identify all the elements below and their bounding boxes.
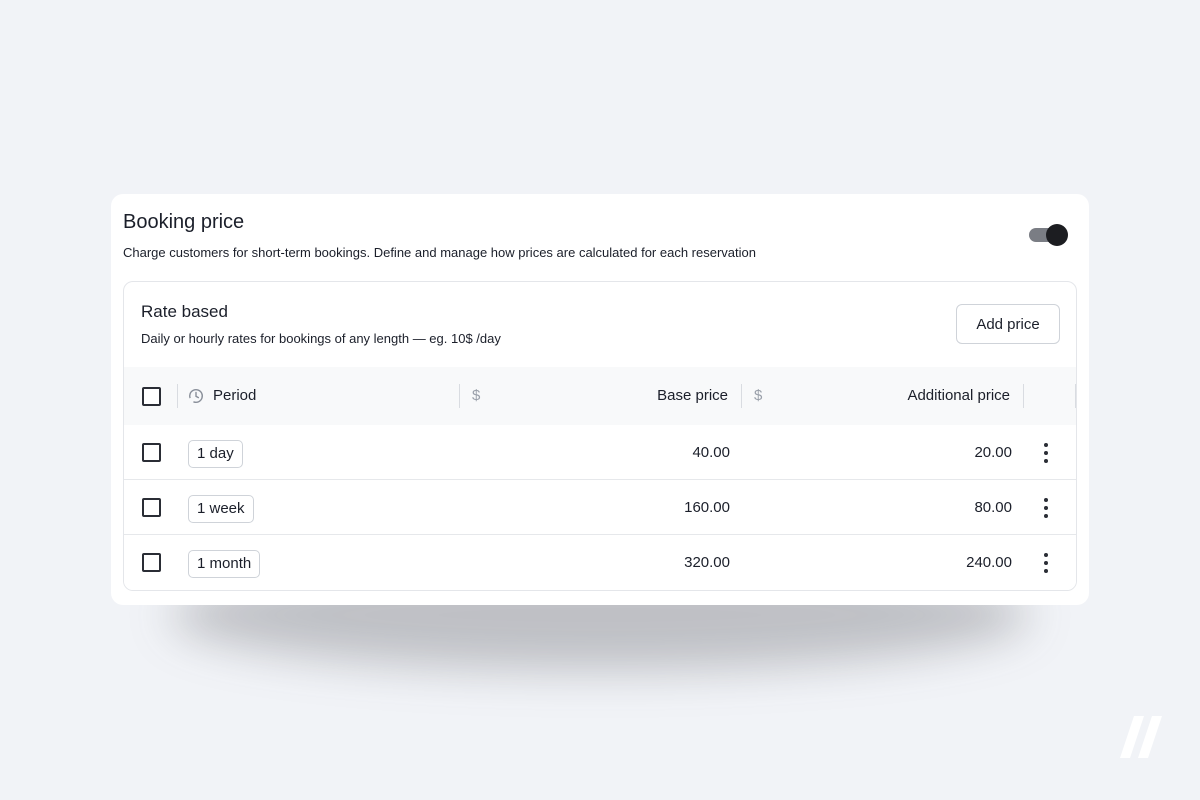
column-divider [741,384,742,408]
table-row: 1 month 320.00 240.00 [124,536,1076,590]
watermark-logo-icon [1120,716,1162,758]
more-vertical-icon[interactable] [1036,440,1056,466]
table-row: 1 week 160.00 80.00 [124,481,1076,535]
row-checkbox[interactable] [142,498,161,517]
base-price-cell: 160.00 [684,499,730,516]
base-price-cell: 40.00 [692,444,730,461]
period-column-header: Period [213,387,257,404]
period-tag: 1 week [188,495,254,523]
more-vertical-icon[interactable] [1036,550,1056,576]
period-tag: 1 month [188,550,261,578]
booking-price-description: Charge customers for short-term bookings… [123,245,756,260]
row-checkbox[interactable] [142,443,161,462]
additional-price-cell: 80.00 [974,499,1012,516]
column-divider [1023,384,1024,408]
additional-price-cell: 240.00 [966,554,1012,571]
more-vertical-icon[interactable] [1036,495,1056,521]
row-checkbox[interactable] [142,553,161,572]
column-divider [459,384,460,408]
toggle-knob [1046,224,1068,246]
column-divider [177,384,178,408]
rate-based-title: Rate based [141,302,228,321]
booking-price-toggle[interactable] [1029,223,1069,247]
rate-based-description: Daily or hourly rates for bookings of an… [141,331,501,346]
add-price-button[interactable]: Add price [956,304,1060,344]
additional-price-currency-symbol: $ [754,387,763,404]
additional-price-cell: 20.00 [974,444,1012,461]
base-price-currency-symbol: $ [472,387,481,404]
table-header: Period $ Base price $ Additional price [124,367,1076,425]
base-price-cell: 320.00 [684,554,730,571]
booking-price-title: Booking price [123,211,245,233]
table-row: 1 day 40.00 20.00 [124,426,1076,480]
booking-price-card: Booking price Charge customers for short… [111,194,1089,605]
rate-based-panel: Rate based Daily or hourly rates for boo… [123,281,1077,591]
column-divider [1075,384,1076,408]
base-price-column-header: Base price [657,387,728,404]
select-all-checkbox[interactable] [142,387,161,406]
additional-price-column-header: Additional price [907,387,1010,404]
period-tag: 1 day [188,440,243,468]
clock-icon [188,388,204,404]
